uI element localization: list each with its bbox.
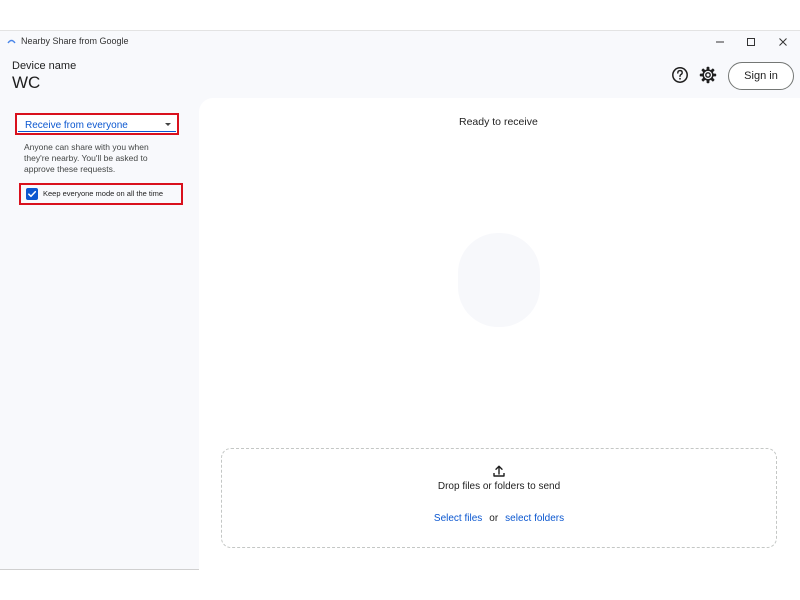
- file-drop-zone[interactable]: Drop files or folders to send Select fil…: [221, 448, 777, 548]
- receive-mode-description: Anyone can share with you when they're n…: [24, 142, 149, 174]
- receive-mode-dropdown[interactable]: Receive from everyone: [15, 113, 179, 135]
- main-panel: Ready to receive Drop files or folders t…: [199, 98, 800, 571]
- dropdown-arrow-icon: [165, 123, 171, 126]
- or-separator: or: [489, 513, 499, 524]
- select-folders-link[interactable]: select folders: [505, 513, 564, 524]
- maximize-button[interactable]: [739, 34, 763, 50]
- minimize-button[interactable]: [708, 34, 732, 50]
- select-files-link[interactable]: Select files: [434, 513, 482, 524]
- help-icon[interactable]: [670, 65, 690, 85]
- app-icon: [7, 39, 16, 44]
- upload-icon: [493, 465, 505, 477]
- receive-status: Ready to receive: [459, 116, 538, 128]
- select-links-row: Select files or select folders: [222, 513, 776, 524]
- window-title: Nearby Share from Google: [21, 36, 129, 46]
- keep-everyone-mode-label: Keep everyone mode on all the time: [43, 189, 164, 198]
- title-bar: Nearby Share from Google: [0, 31, 800, 53]
- app-window: Nearby Share from Google Device name WC: [0, 30, 800, 571]
- receive-mode-value: Receive from everyone: [25, 120, 128, 131]
- gear-icon[interactable]: [698, 65, 718, 85]
- close-icon: [779, 38, 787, 46]
- maximize-icon: [747, 38, 755, 46]
- minimize-icon: [716, 41, 724, 43]
- sign-in-label: Sign in: [744, 70, 778, 82]
- drop-instructions: Drop files or folders to send: [437, 481, 561, 492]
- device-name-value: WC: [12, 73, 41, 92]
- sign-in-button[interactable]: Sign in: [728, 62, 794, 90]
- close-button[interactable]: [771, 34, 795, 50]
- keep-everyone-mode-checkbox[interactable]: [26, 188, 38, 200]
- checkmark-icon: [28, 190, 37, 198]
- device-name-label: Device name: [12, 60, 77, 72]
- keep-everyone-mode-option[interactable]: Keep everyone mode on all the time: [19, 183, 183, 205]
- device-illustration: [458, 233, 540, 327]
